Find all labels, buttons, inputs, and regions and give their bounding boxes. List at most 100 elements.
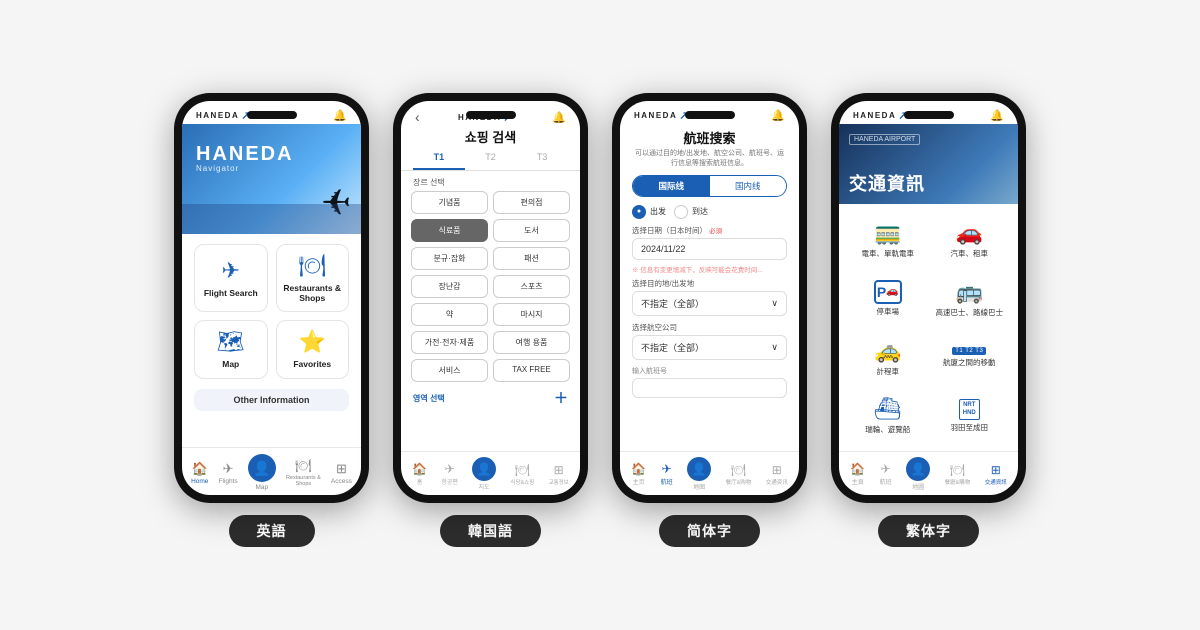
- brand-main-1: HANEDA: [196, 144, 294, 164]
- item-terminal-4[interactable]: T1 T2 T3 航廈之間的移動: [931, 330, 1009, 385]
- restaurants-shops-btn[interactable]: 🍽 Restaurants &Shops: [276, 244, 350, 312]
- area-select-2[interactable]: 영역 선택 ＋: [401, 382, 580, 412]
- item-parking-4[interactable]: P🚗 停車場: [849, 271, 927, 326]
- chip-마시지[interactable]: 마시지: [493, 303, 570, 326]
- nav-shop-label-2: 식당&쇼핑: [510, 478, 534, 486]
- flight-icon: ✈: [222, 258, 240, 284]
- chip-약[interactable]: 약: [411, 303, 488, 326]
- screen-2: ‹ HANEDA ↗ 🔔 쇼핑 검색 T1 T2 T3 장르 선택 기념품 편의…: [401, 101, 580, 495]
- parking-label-4: 停車場: [877, 307, 900, 317]
- chip-식료품[interactable]: 식료품: [411, 219, 488, 242]
- seg-dom-3[interactable]: 国内线: [710, 176, 787, 196]
- ferry-icon-4: ⛴: [874, 396, 902, 422]
- nav-access-2[interactable]: ⊞ 교통정보: [549, 463, 569, 486]
- nav-map-2[interactable]: 👤 지도: [472, 457, 496, 491]
- nav-home-3[interactable]: 🏠 主页: [631, 462, 646, 486]
- nav-access-4[interactable]: ⊞ 交通資訊: [985, 463, 1007, 486]
- chip-가전[interactable]: 가전·전자·제품: [411, 331, 488, 354]
- item-ferry-4[interactable]: ⛴ 瑞輪、遊覽船: [849, 388, 927, 443]
- nav-shop-3[interactable]: 🍽 餐厅&购物: [726, 463, 752, 486]
- nav-shop-label-4: 餐廳&購物: [945, 478, 971, 486]
- chip-패션[interactable]: 패션: [493, 247, 570, 270]
- nav-access-3[interactable]: ⊞ 交通资讯: [766, 463, 788, 486]
- seg-intl-3[interactable]: 国际线: [633, 176, 710, 196]
- nav-home-label-2: 홈: [417, 477, 423, 486]
- item-car-4[interactable]: 🚗 汽車、租車: [931, 212, 1009, 267]
- flight-search-btn[interactable]: ✈ Flight Search: [194, 244, 268, 312]
- access-icon-3: ⊞: [772, 463, 782, 477]
- rest-icon-1: 🍽: [295, 458, 312, 474]
- chip-여행[interactable]: 여행 용품: [493, 331, 570, 354]
- nav-rest-label-1: Restaurants &Shops: [286, 475, 321, 487]
- lang-label-1: 英語: [229, 515, 315, 547]
- chip-스포츠[interactable]: 스포츠: [493, 275, 570, 298]
- tab-t2[interactable]: T2: [465, 146, 517, 170]
- item-train-4[interactable]: 🚃 電車、單軌電車: [849, 212, 927, 267]
- chip-기념품[interactable]: 기념품: [411, 191, 488, 214]
- nav-home-1[interactable]: 🏠 Home: [191, 461, 208, 485]
- nav-flights-label-2: 항공편: [441, 477, 458, 486]
- home-icon-4: 🏠: [850, 462, 865, 476]
- tabs-2: T1 T2 T3: [401, 146, 580, 171]
- nav-flights-4[interactable]: ✈ 航班: [880, 462, 892, 486]
- train-label-4: 電車、單軌電車: [862, 249, 915, 259]
- nav-shop-4[interactable]: 🍽 餐廳&購物: [945, 463, 971, 486]
- chip-도서[interactable]: 도서: [493, 219, 570, 242]
- home-icon-3: 🏠: [631, 462, 646, 476]
- nav-flights-2[interactable]: ✈ 항공편: [441, 462, 458, 486]
- hero-title-4: 交通資訊: [849, 170, 925, 196]
- chip-분규잡화[interactable]: 분규·잡화: [411, 247, 488, 270]
- nav-map-3[interactable]: 👤 地图: [687, 457, 711, 491]
- nav-home-4[interactable]: 🏠 主頁: [850, 462, 865, 486]
- dest-chevron-3: ∨: [771, 298, 778, 309]
- car-label-4: 汽車、租車: [951, 249, 989, 259]
- map-btn[interactable]: 🗺 Map: [194, 320, 268, 378]
- tab-t3[interactable]: T3: [516, 146, 568, 170]
- phones-row: HANEDA ↗ 🔔 HANEDA Navigator ✈: [174, 93, 1026, 547]
- favorites-btn[interactable]: ⭐ Favorites: [276, 320, 350, 378]
- nav-flights-3[interactable]: ✈ 航班: [661, 462, 673, 486]
- toggle-arrive-3[interactable]: 到达: [674, 205, 708, 219]
- hero-city-1: [182, 204, 361, 234]
- dest-select-3[interactable]: 不指定（全部） ∨: [632, 291, 787, 316]
- nav-map-1[interactable]: 👤 Map: [248, 454, 276, 491]
- notch-4: [904, 111, 954, 119]
- back-btn-2[interactable]: ‹: [415, 109, 420, 125]
- chip-장난감[interactable]: 장난감: [411, 275, 488, 298]
- home-icon-1: 🏠: [192, 461, 208, 477]
- item-bus-4[interactable]: 🚌 高速巴士、路線巴士: [931, 271, 1009, 326]
- flight-input-3[interactable]: [632, 378, 787, 398]
- nav-shop-2[interactable]: 🍽 식당&쇼핑: [510, 463, 534, 486]
- chip-편의점[interactable]: 편의점: [493, 191, 570, 214]
- item-narita-4[interactable]: NRTHND 羽田至成田: [931, 388, 1009, 443]
- phone-body-2: ‹ HANEDA ↗ 🔔 쇼핑 검색 T1 T2 T3 장르 선택 기념품 편의…: [393, 93, 588, 503]
- map-icon: 🗺: [217, 329, 245, 355]
- bell-icon-4[interactable]: 🔔: [990, 109, 1004, 122]
- shop-icon-2: 🍽: [515, 463, 530, 477]
- phone-traditional: HANEDA ↗ 🔔 HANEDA AIRPORT 交通資訊 🚃 電車、單軌電車: [831, 93, 1026, 547]
- item-taxi-4[interactable]: 🚕 計程車: [849, 330, 927, 385]
- nav-map-label-3: 地图: [693, 482, 705, 491]
- nav-flights-1[interactable]: ✈ Flights: [219, 461, 238, 485]
- nav-home-2[interactable]: 🏠 홈: [412, 462, 427, 486]
- bell-icon-1[interactable]: 🔔: [333, 109, 347, 122]
- chip-서비스[interactable]: 서비스: [411, 359, 488, 382]
- nav-home-label-3: 主页: [633, 477, 645, 486]
- hero-airport-label-4: HANEDA AIRPORT: [849, 134, 920, 145]
- screen-1: HANEDA ↗ 🔔 HANEDA Navigator ✈: [182, 101, 361, 495]
- nav-map-label-2: 지도: [479, 482, 490, 491]
- bell-icon-2[interactable]: 🔔: [552, 111, 566, 124]
- date-input-3[interactable]: 2024/11/22: [632, 238, 787, 260]
- nav-flights-label-1: Flights: [219, 478, 238, 485]
- tab-t1[interactable]: T1: [413, 146, 465, 170]
- other-info-1[interactable]: Other Information: [194, 389, 349, 411]
- nav-rest-1[interactable]: 🍽 Restaurants &Shops: [286, 458, 321, 487]
- nav-map-4[interactable]: 👤 地圖: [906, 457, 930, 491]
- toggle-arrive-label-3: 到达: [692, 206, 708, 217]
- chip-taxfree[interactable]: TAX FREE: [493, 359, 570, 382]
- toggle-row-3: ● 出发 到达: [620, 205, 799, 225]
- toggle-depart-3[interactable]: ● 出发: [632, 205, 666, 219]
- bell-icon-3[interactable]: 🔔: [771, 109, 785, 122]
- airline-select-3[interactable]: 不指定（全部） ∨: [632, 335, 787, 360]
- nav-access-1[interactable]: ⊞ Access: [331, 461, 352, 485]
